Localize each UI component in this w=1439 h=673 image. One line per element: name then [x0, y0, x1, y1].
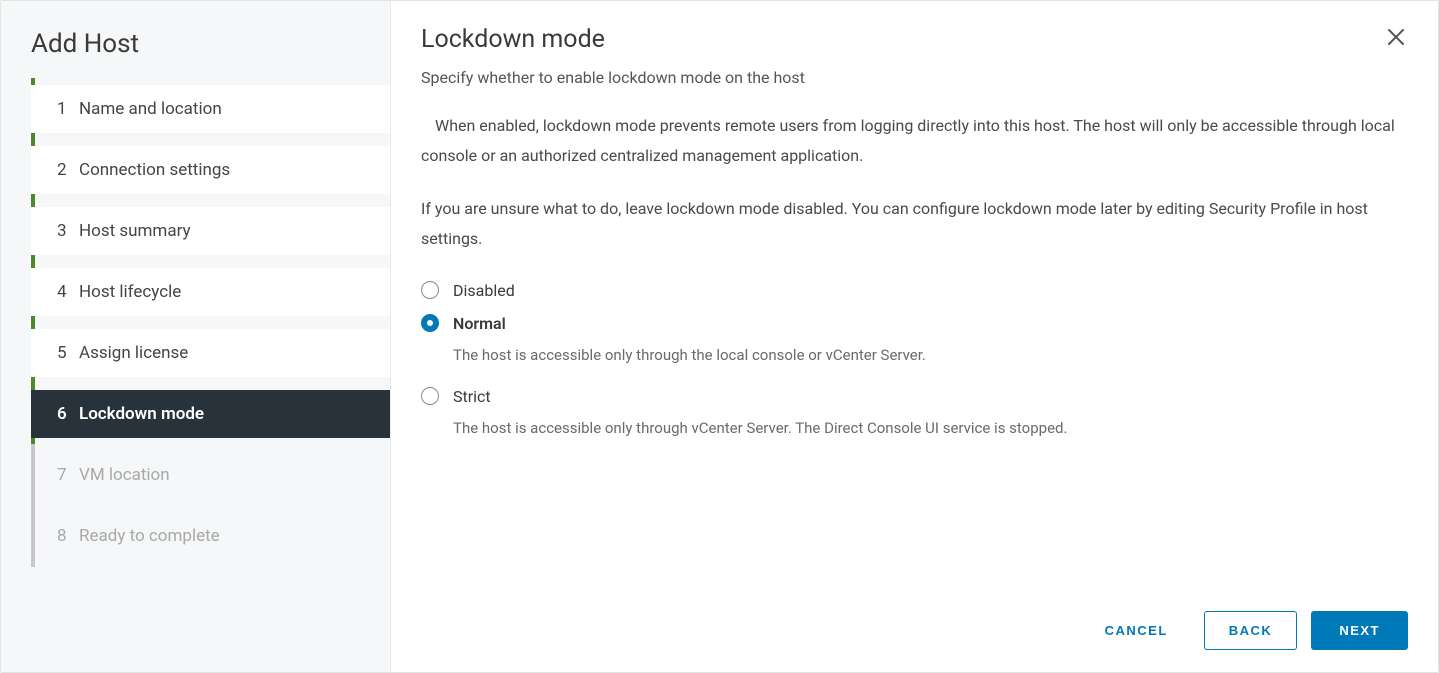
- lockdown-mode-options: Disabled Normal The host is accessible onl…: [421, 281, 1408, 460]
- radio-label: Strict: [453, 387, 491, 406]
- wizard-step-8: 8Ready to complete: [31, 512, 390, 560]
- close-button[interactable]: [1384, 25, 1408, 49]
- step-number: 5: [57, 343, 79, 363]
- page-subtitle: Specify whether to enable lockdown mode …: [421, 68, 1408, 87]
- step-number: 2: [57, 160, 79, 180]
- add-host-wizard: Add Host 1Name and location 2Connection s…: [0, 0, 1439, 673]
- radio-option-normal: Normal The host is accessible only throug…: [421, 314, 1408, 367]
- step-number: 8: [57, 526, 79, 546]
- radio-normal[interactable]: Normal: [421, 314, 1408, 333]
- step-label: Host summary: [79, 221, 191, 241]
- step-label: Ready to complete: [79, 526, 220, 546]
- radio-indicator: [421, 387, 439, 405]
- step-label: Assign license: [79, 343, 188, 363]
- step-label: VM location: [79, 465, 170, 485]
- radio-label: Normal: [453, 314, 506, 333]
- wizard-step-5[interactable]: 5Assign license: [31, 329, 390, 377]
- description-2: If you are unsure what to do, leave lock…: [421, 194, 1408, 255]
- step-number: 7: [57, 465, 79, 485]
- wizard-content: Lockdown mode Specify whether to enable …: [391, 1, 1438, 672]
- wizard-step-7: 7VM location: [31, 451, 390, 499]
- step-label: Connection settings: [79, 160, 230, 180]
- radio-description: The host is accessible only through the …: [421, 343, 1408, 367]
- radio-label: Disabled: [453, 281, 515, 300]
- step-number: 3: [57, 221, 79, 241]
- close-icon: [1387, 28, 1405, 46]
- page-title: Lockdown mode: [421, 25, 605, 54]
- radio-indicator: [421, 314, 439, 332]
- radio-option-strict: Strict The host is accessible only throug…: [421, 387, 1408, 440]
- radio-option-disabled: Disabled: [421, 281, 1408, 300]
- wizard-sidebar: Add Host 1Name and location 2Connection s…: [1, 1, 391, 672]
- wizard-step-3[interactable]: 3Host summary: [31, 207, 390, 255]
- step-number: 4: [57, 282, 79, 302]
- step-label: Lockdown mode: [79, 404, 204, 424]
- wizard-title: Add Host: [1, 29, 390, 85]
- cancel-button[interactable]: CANCEL: [1083, 611, 1190, 650]
- step-label: Host lifecycle: [79, 282, 181, 302]
- content-header: Lockdown mode: [421, 25, 1408, 68]
- radio-description: The host is accessible only through vCen…: [421, 416, 1408, 440]
- step-label: Name and location: [79, 99, 222, 119]
- wizard-step-6[interactable]: 6Lockdown mode: [31, 390, 390, 438]
- next-button[interactable]: NEXT: [1311, 611, 1408, 650]
- step-number: 6: [57, 404, 79, 424]
- description-1: When enabled, lockdown mode prevents rem…: [421, 111, 1408, 172]
- wizard-steps: 1Name and location2Connection settings3H…: [1, 85, 390, 573]
- step-number: 1: [57, 99, 79, 119]
- radio-disabled[interactable]: Disabled: [421, 281, 1408, 300]
- radio-strict[interactable]: Strict: [421, 387, 1408, 406]
- wizard-step-2[interactable]: 2Connection settings: [31, 146, 390, 194]
- radio-indicator: [421, 281, 439, 299]
- wizard-footer: CANCEL BACK NEXT: [421, 591, 1408, 650]
- wizard-step-4[interactable]: 4Host lifecycle: [31, 268, 390, 316]
- back-button[interactable]: BACK: [1204, 611, 1298, 650]
- wizard-step-1[interactable]: 1Name and location: [31, 85, 390, 133]
